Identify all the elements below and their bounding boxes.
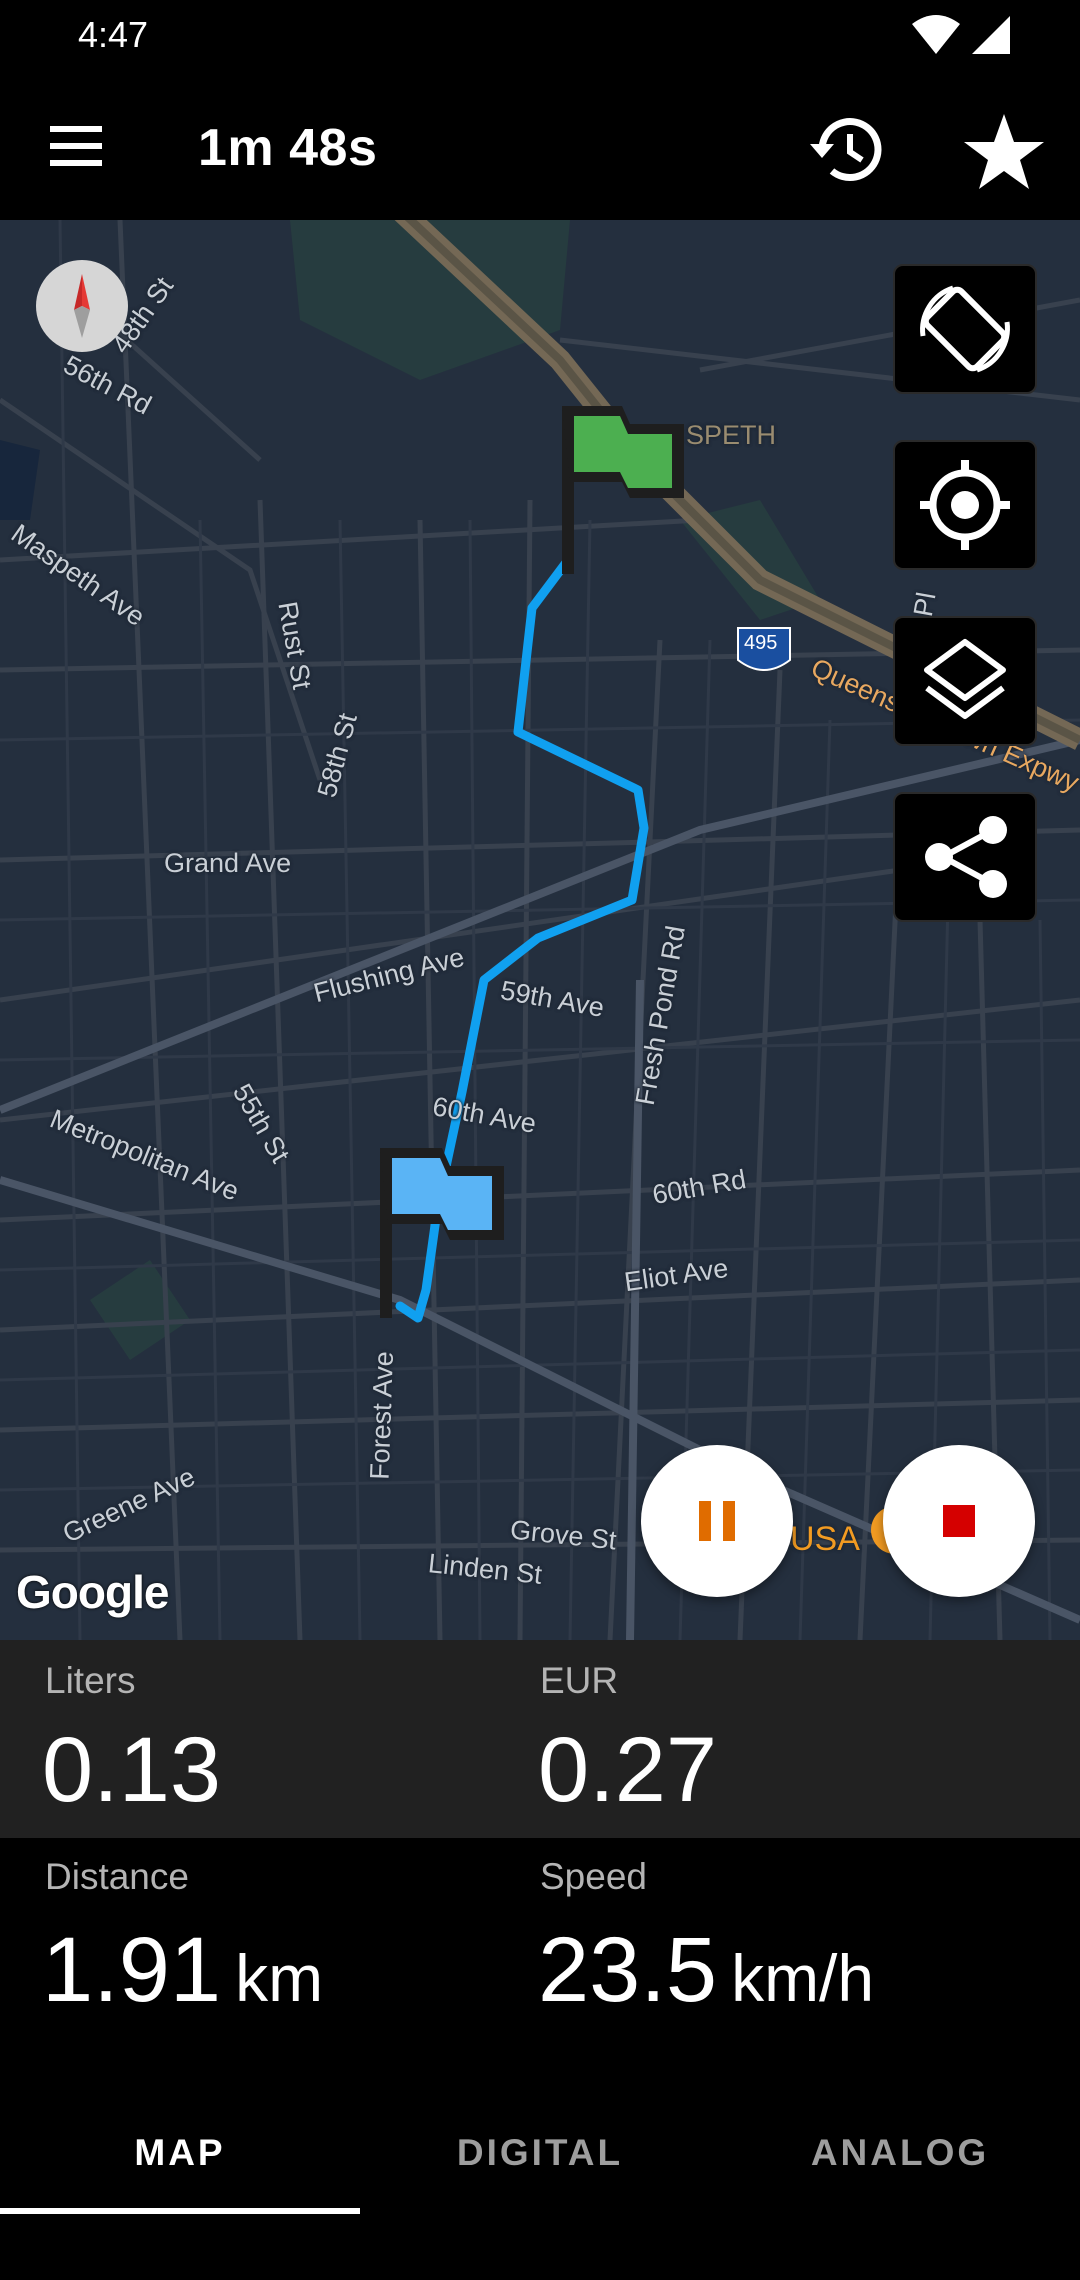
speed-unit: km/h: [731, 1941, 875, 2015]
status-icons: [912, 15, 1010, 54]
screen-rotation-icon: [920, 285, 1010, 373]
share-icon: [925, 816, 1007, 898]
label-poi: USA: [790, 1520, 860, 1558]
distance-value: 1.91: [42, 1919, 222, 2021]
cell-signal-icon: [972, 16, 1010, 54]
my-location-icon: [920, 460, 1010, 550]
tab-analog[interactable]: ANALOG: [720, 2132, 1080, 2174]
distance-label: Distance: [45, 1856, 189, 1897]
speed-value: 23.5: [538, 1919, 718, 2021]
label-forest-ave: Forest Ave: [364, 1350, 400, 1481]
share-button[interactable]: [893, 792, 1037, 922]
my-location-button[interactable]: [893, 440, 1037, 570]
map-view[interactable]: 48th St 56th Rd Maspeth Ave Rust St 58th…: [0, 220, 1080, 1640]
compass-icon[interactable]: [36, 260, 128, 352]
liters-value: 0.13: [42, 1719, 222, 1821]
pause-button[interactable]: [641, 1445, 793, 1597]
star-icon[interactable]: [956, 104, 1052, 200]
distance-unit: km: [235, 1941, 324, 2015]
top-app-bar: 1m 48s: [0, 70, 1080, 220]
tab-map[interactable]: MAP: [0, 2132, 360, 2174]
layers-icon: [924, 639, 1006, 719]
liters-label: Liters: [45, 1660, 136, 1701]
label-maspeth: SPETH: [686, 420, 777, 450]
fuel-cost-panel: Liters 0.13 EUR 0.27: [0, 1640, 1080, 1838]
menu-icon[interactable]: [40, 110, 112, 182]
speed-label: Speed: [540, 1856, 647, 1897]
stop-button[interactable]: [883, 1445, 1035, 1597]
google-logo: Google: [16, 1566, 169, 1618]
bottom-tabs: MAP DIGITAL ANALOG: [0, 2068, 1080, 2218]
layers-button[interactable]: [893, 616, 1037, 746]
bottom-spacer: [0, 2218, 1080, 2280]
wifi-icon: [912, 15, 960, 54]
tab-digital[interactable]: DIGITAL: [360, 2132, 720, 2174]
map-streets: [0, 220, 1080, 1640]
speed-readout: 23.5 km/h: [538, 1918, 874, 2023]
distance-readout: 1.91 km: [42, 1918, 323, 2023]
stop-icon: [943, 1505, 975, 1537]
status-bar: 4:47: [0, 0, 1080, 70]
label-interstate-495: 495: [744, 632, 778, 654]
elapsed-time-title: 1m 48s: [198, 119, 378, 177]
history-icon[interactable]: [800, 104, 892, 196]
screen-rotation-button[interactable]: [893, 264, 1037, 394]
distance-speed-panel: Distance 1.91 km Speed 23.5 km/h: [0, 1838, 1080, 2068]
active-tab-indicator: [0, 2208, 360, 2214]
pause-icon: [699, 1501, 735, 1541]
status-time: 4:47: [78, 14, 149, 55]
eur-value: 0.27: [538, 1719, 718, 1821]
label-grand-ave: Grand Ave: [164, 848, 292, 878]
eur-label: EUR: [540, 1660, 619, 1701]
